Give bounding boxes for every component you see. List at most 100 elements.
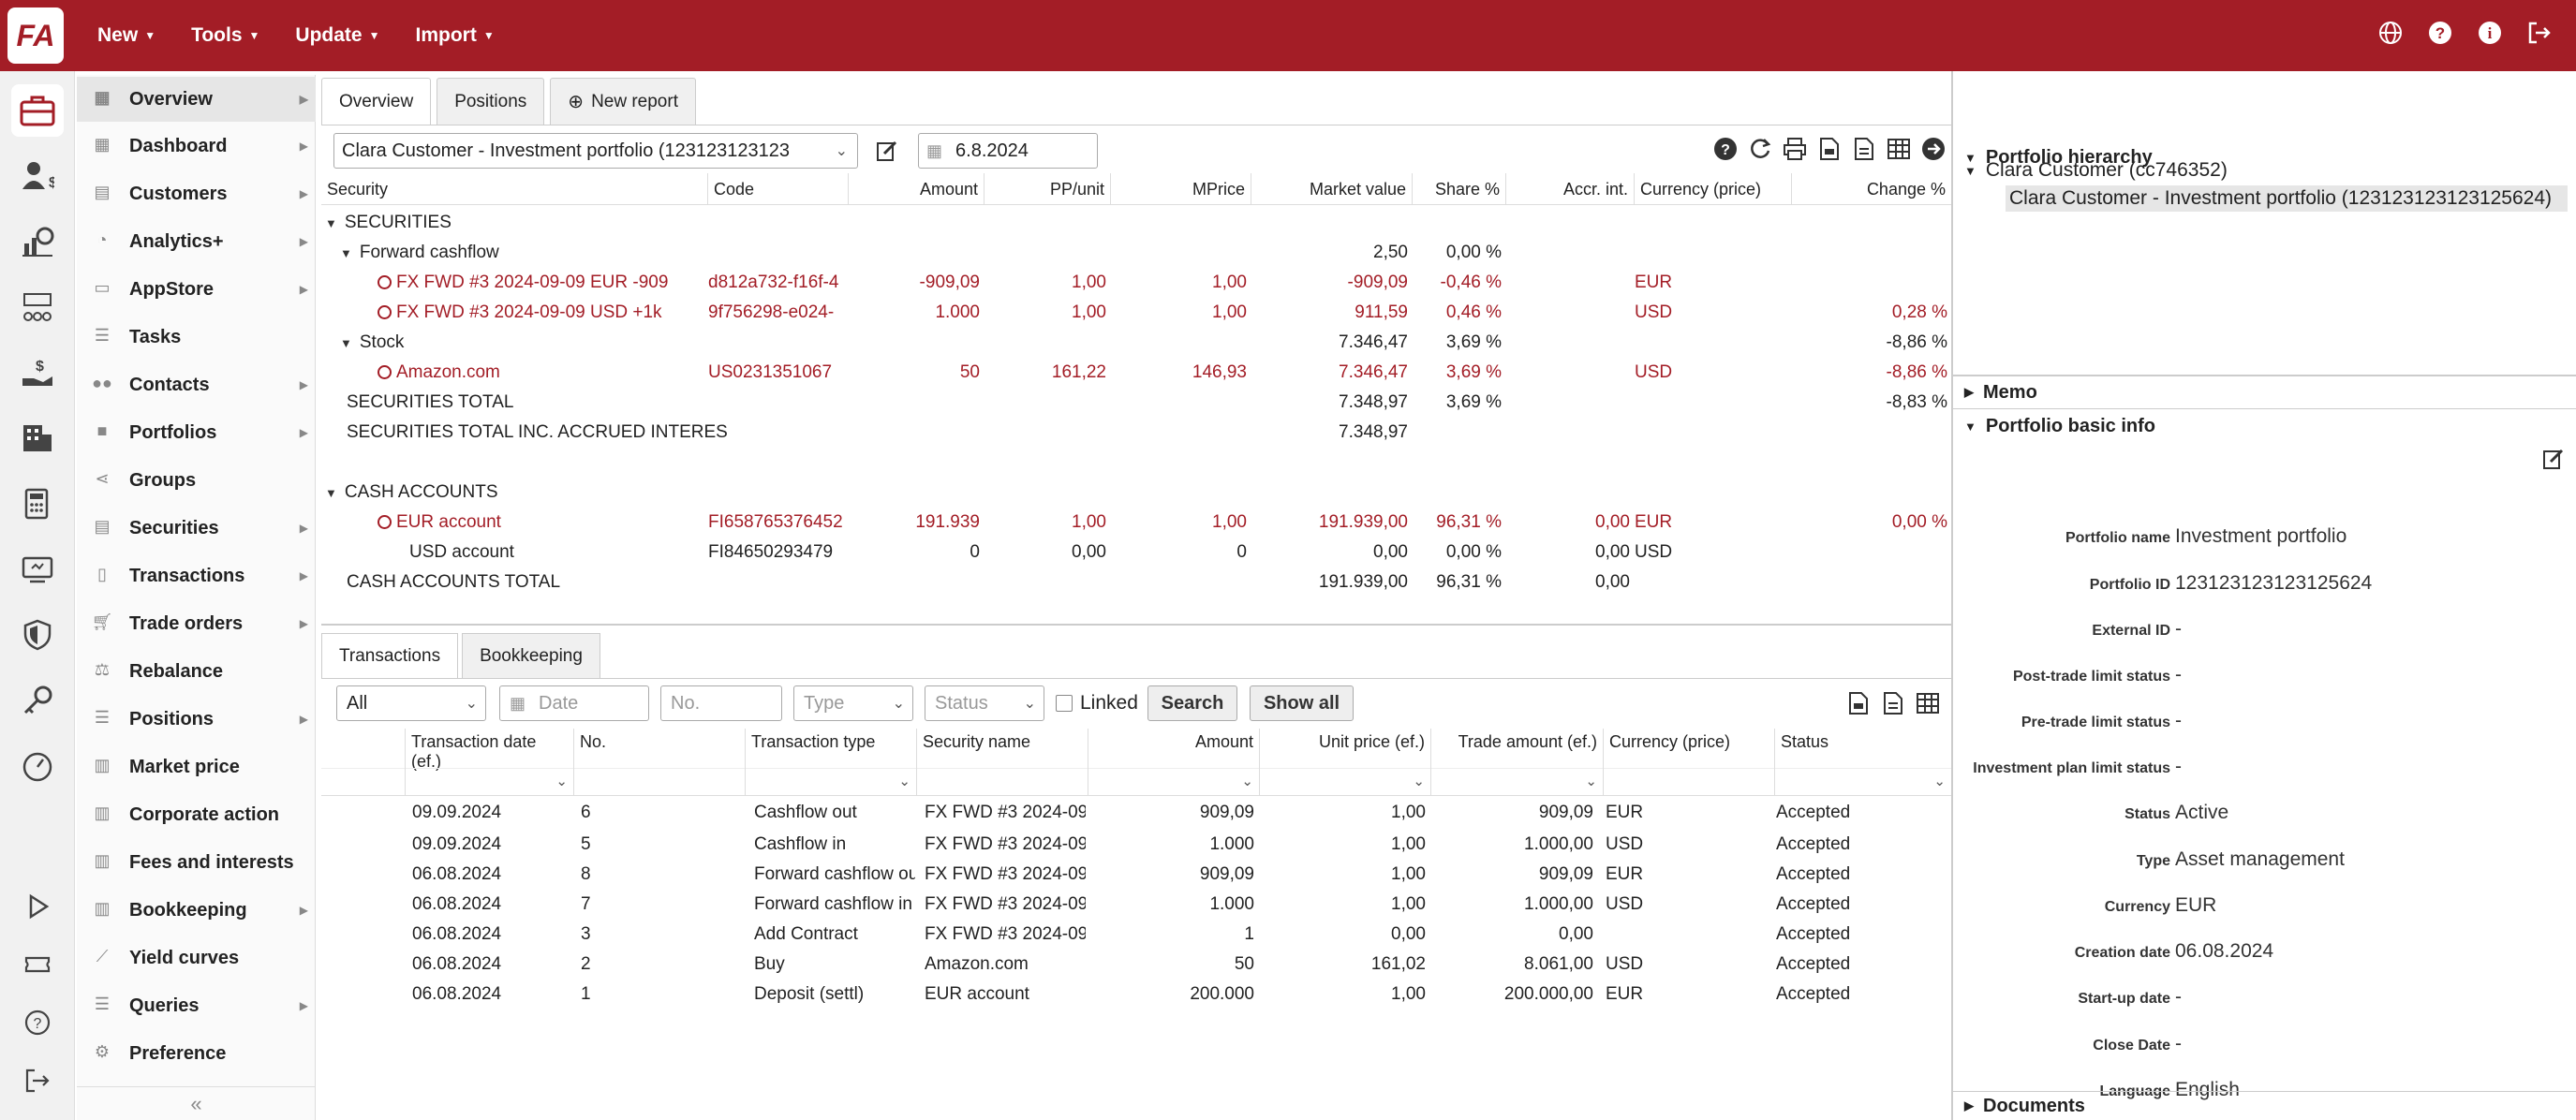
col-code[interactable]: Code [708,173,849,205]
network-icon[interactable] [11,281,64,333]
col-security-name[interactable]: Security name [917,729,1088,796]
panel-splitter[interactable] [321,624,1951,626]
documents-header[interactable]: ▶ Documents [1953,1092,2576,1120]
edit-icon[interactable] [873,137,901,165]
building-icon[interactable] [11,412,64,464]
transaction-row[interactable]: 09.09.2024 6 Cashflow out FX FWD #3 2024-09… [321,798,1951,828]
analytics-icon[interactable] [11,215,64,268]
hierarchy-child[interactable]: Clara Customer - Investment portfolio (1… [2006,185,2568,212]
sidebar-item-securities[interactable]: ▤ Securities ▶ [77,506,316,551]
sidebar-item-tasks[interactable]: ☰ Tasks [77,315,316,360]
col-transaction-date[interactable]: Transaction date (ef.) ⌄ [406,729,574,796]
globe-icon[interactable] [2376,19,2405,47]
info-icon[interactable]: i [2476,19,2504,47]
sidebar-item-market-price[interactable]: ▥ Market price [77,744,316,789]
transaction-row[interactable]: 06.08.2024 1 Deposit (settl) EUR account 200… [321,980,1951,1009]
status-filter-select[interactable]: Status ⌄ [925,685,1044,721]
caret-down-icon[interactable]: ▼ [340,336,352,350]
basic-info-header[interactable]: ▼ Portfolio basic info [1953,410,2576,442]
col-unit-price[interactable]: Unit price (ef.) ⌄ [1260,729,1431,796]
sidebar-item-dashboard[interactable]: ▦ Dashboard ▶ [77,124,316,169]
sidebar-item-overview[interactable]: ▦ Overview ▶ [77,77,316,122]
menu-import[interactable]: Import ▼ [416,24,495,47]
tab-transactions[interactable]: Transactions [321,633,459,678]
column-filter[interactable]: ⌄ [406,768,573,796]
pdf-icon[interactable] [1844,689,1873,717]
hierarchy-parent[interactable]: ▼ Clara Customer (cc746352) [1964,159,2228,182]
key-icon[interactable] [11,674,64,727]
sidebar-item-positions[interactable]: ☰ Positions ▶ [77,697,316,742]
calculator-icon[interactable] [11,478,64,530]
arrow-right-circle-icon[interactable] [1919,135,1947,163]
portfolio-select[interactable]: Clara Customer - Investment portfolio (1… [333,133,858,169]
sidebar-item-contacts[interactable]: ●● Contacts ▶ [77,362,316,407]
sidebar-item-groups[interactable]: ⋖ Groups [77,458,316,503]
position-row[interactable]: EUR account FI658765376452 191.939 1,00 1,00… [321,508,1951,538]
pdf-icon[interactable] [1815,135,1843,163]
col-amount[interactable]: Amount [849,173,985,205]
all-select[interactable]: All ⌄ [336,685,486,721]
tab-new-report[interactable]: ⊕ New report [550,78,696,125]
logout-icon[interactable] [2525,19,2554,47]
col-accr-int[interactable]: Accr. int. [1506,173,1635,205]
col-status[interactable]: Status ⌄ [1775,729,1951,796]
sidebar-item-bookkeeping[interactable]: ▥ Bookkeeping ▶ [77,888,316,933]
sidebar-item-appstore[interactable]: ▭ AppStore ▶ [77,267,316,312]
excel-icon[interactable] [1914,689,1942,717]
col-pp-unit[interactable]: PP/unit [985,173,1111,205]
col-security[interactable]: Security [321,173,708,205]
document-icon[interactable] [1850,135,1878,163]
caret-down-icon[interactable]: ▼ [325,216,337,230]
sidebar-item-portfolios[interactable]: ■ Portfolios ▶ [77,410,316,455]
sidebar-item-preference[interactable]: ⚙︎ Preference [77,1031,316,1076]
memo-header[interactable]: ▶ Memo [1953,376,2576,408]
transaction-row[interactable]: 06.08.2024 3 Add Contract FX FWD #3 2024-09… [321,920,1951,950]
sidebar-item-analytics[interactable]: ◔ Analytics+ ▶ [77,219,316,264]
collapse-sidebar-button[interactable]: « [77,1086,316,1120]
caret-down-icon[interactable]: ▼ [325,486,337,500]
column-filter[interactable]: ⌄ [746,768,916,796]
position-row[interactable]: FX FWD #3 2024-09-09 USD +1k 9f756298-e02… [321,298,1951,328]
menu-tools[interactable]: Tools ▼ [191,24,259,47]
col-market-value[interactable]: Market value [1251,173,1413,205]
sidebar-item-customers[interactable]: ▤ Customers ▶ [77,171,316,216]
tab-bookkeeping[interactable]: Bookkeeping [462,633,600,678]
transaction-row[interactable]: 09.09.2024 5 Cashflow in FX FWD #3 2024-09 1… [321,830,1951,860]
user-money-icon[interactable]: $ [11,150,64,202]
tab-positions[interactable]: Positions [437,78,545,125]
caret-down-icon[interactable]: ▼ [340,246,352,260]
monitor-icon[interactable] [11,543,64,596]
gauge-icon[interactable] [11,740,64,792]
number-filter-input[interactable]: No. [660,685,782,721]
col-change[interactable]: Change % [1792,173,1951,205]
column-filter[interactable] [1604,768,1774,796]
document-icon[interactable] [1879,689,1907,717]
column-filter[interactable]: ⌄ [1431,768,1603,796]
sidebar-item-yield-curves[interactable]: ⟋ Yield curves [77,936,316,980]
shield-icon[interactable] [11,609,64,661]
search-button[interactable]: Search [1147,685,1237,721]
date-filter-input[interactable]: ▦ Date [499,685,649,721]
transaction-row[interactable]: 06.08.2024 8 Forward cashflow ou FX FWD #3 … [321,860,1951,890]
col-transaction-type[interactable]: Transaction type ⌄ [746,729,917,796]
sidebar-item-queries[interactable]: ☰ Queries ▶ [77,983,316,1028]
column-filter[interactable] [574,768,745,796]
help-icon[interactable]: ? [2426,19,2454,47]
help-circle-icon[interactable]: ? [11,996,64,1049]
menu-new[interactable]: New ▼ [97,24,155,47]
excel-icon[interactable] [1885,135,1913,163]
date-field[interactable]: ▦ 6.8.2024 [918,133,1098,169]
print-icon[interactable] [1781,135,1809,163]
sidebar-item-corporate-action[interactable]: ▥ Corporate action [77,792,316,837]
col-currency[interactable]: Currency (price) [1604,729,1775,796]
hand-money-icon[interactable]: $ [11,346,64,399]
col-currency-price[interactable]: Currency (price) [1635,173,1792,205]
menu-update[interactable]: Update ▼ [295,24,379,47]
column-filter[interactable]: ⌄ [1775,768,1951,796]
ticket-icon[interactable] [11,938,64,991]
briefcase-icon[interactable] [11,84,64,137]
tab-overview[interactable]: Overview [321,78,432,125]
refresh-icon[interactable] [1746,135,1774,163]
column-filter[interactable] [917,768,1088,796]
app-logo[interactable]: FA [7,7,64,64]
